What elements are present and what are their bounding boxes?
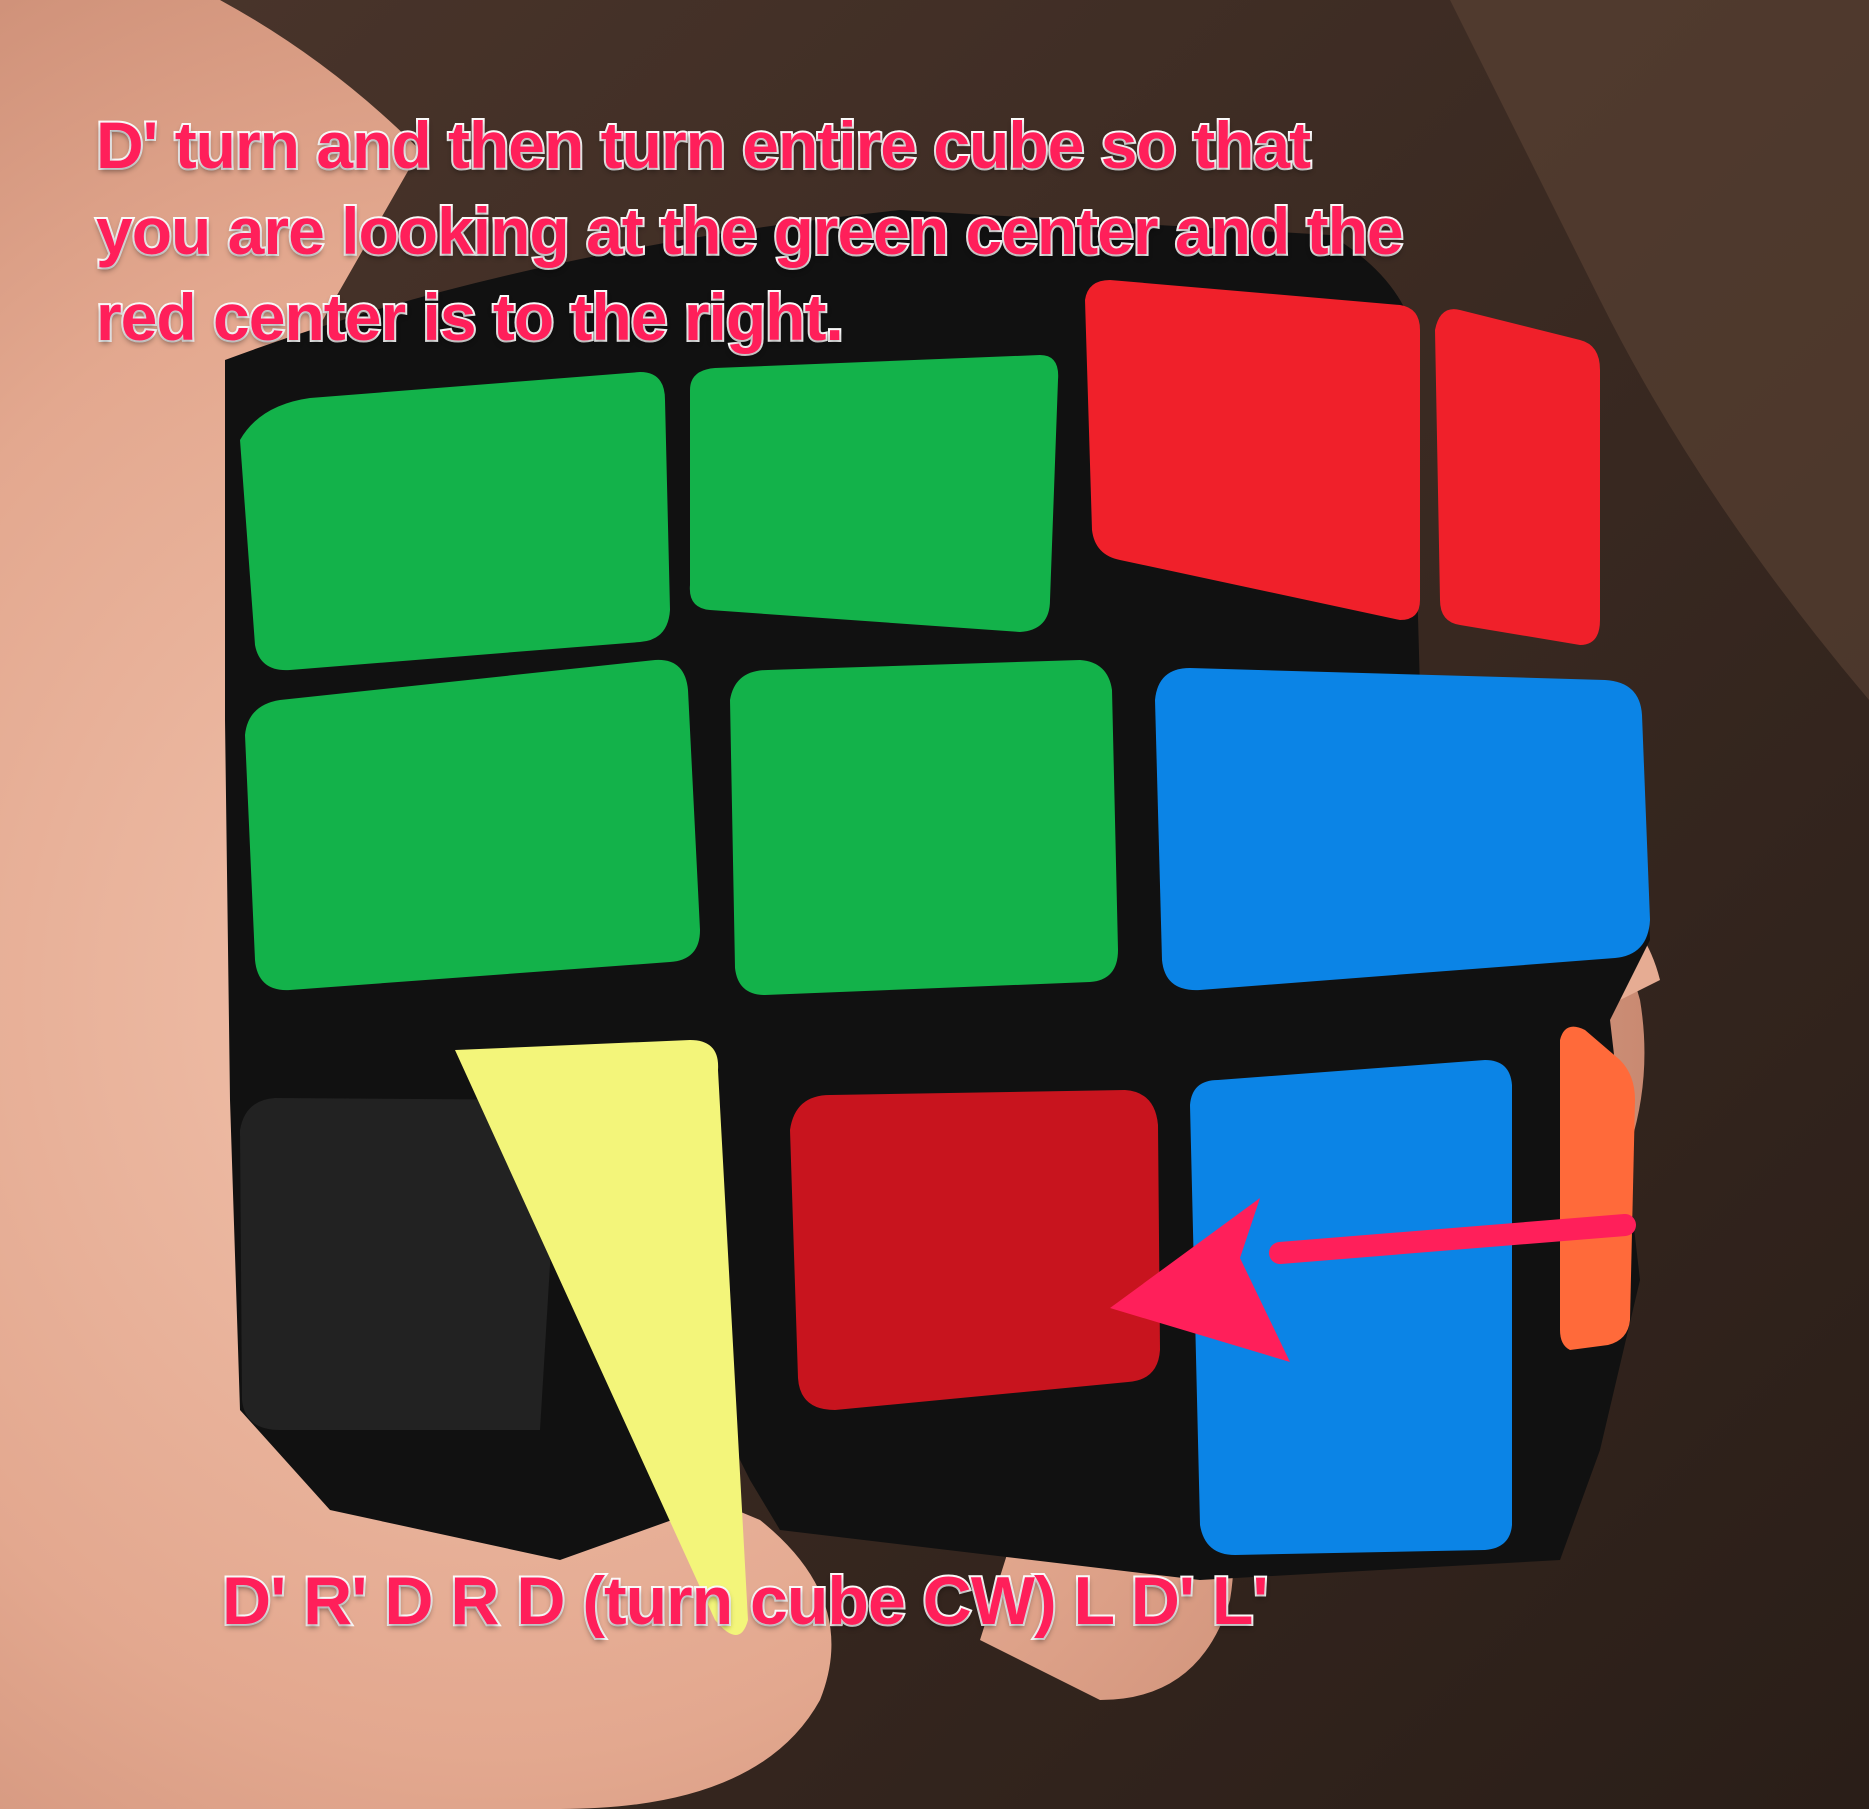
sticker-blue-middle bbox=[1155, 668, 1650, 991]
instruction-line-3: red center is to the right. bbox=[94, 278, 846, 356]
algorithm-text: D' R' D R D (turn cube CW) L D' L' bbox=[220, 1561, 1271, 1641]
photo-scene: D' turn and then turn entire cube so tha… bbox=[0, 0, 1869, 1809]
sticker-orange-side bbox=[1560, 1026, 1635, 1350]
instruction-line-1: D' turn and then turn entire cube so tha… bbox=[94, 106, 1313, 184]
sticker-green-middle-left bbox=[245, 659, 700, 991]
sticker-red-bottom-center bbox=[790, 1090, 1160, 1410]
instruction-text: D' turn and then turn entire cube so tha… bbox=[94, 102, 1816, 360]
sticker-green-top-left bbox=[240, 372, 670, 671]
sticker-green-center bbox=[730, 660, 1118, 995]
instruction-line-2: you are looking at the green center and … bbox=[94, 192, 1406, 270]
sticker-green-top-middle bbox=[689, 355, 1059, 632]
